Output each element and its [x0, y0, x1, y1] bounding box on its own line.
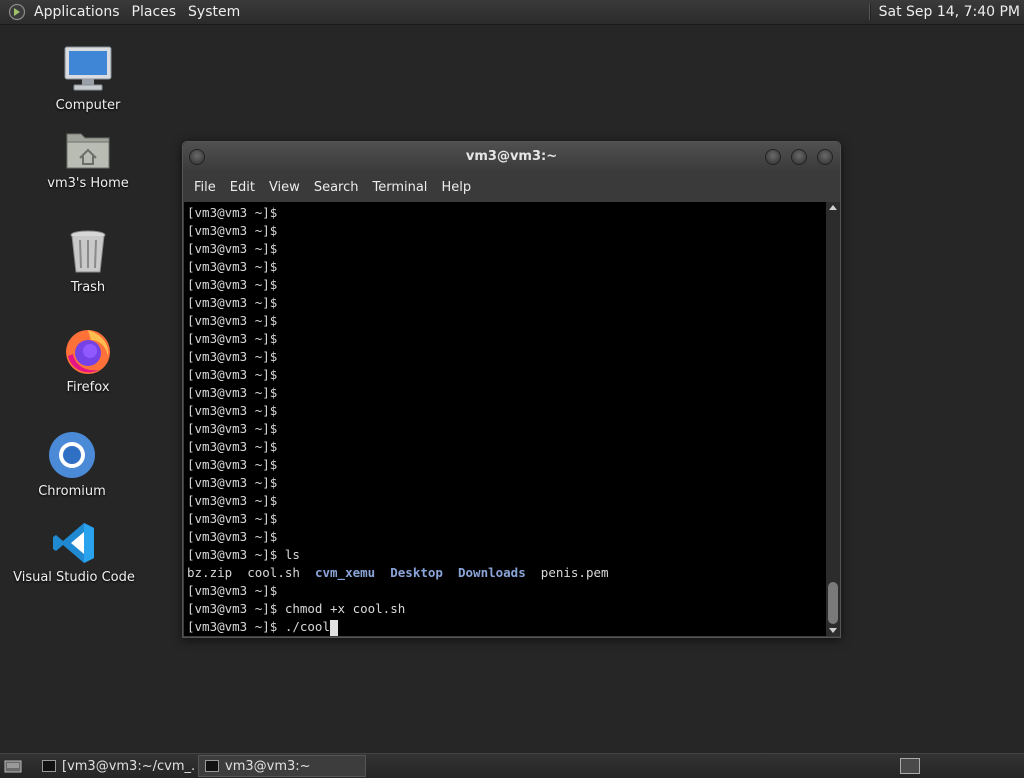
minimize-button[interactable] [765, 149, 781, 165]
taskbar-item-label: vm3@vm3:~ [225, 758, 311, 774]
terminal-line: [vm3@vm3 ~]$ [187, 223, 278, 238]
maximize-button[interactable] [791, 149, 807, 165]
close-button[interactable] [817, 149, 833, 165]
desktop-icon-label: Computer [55, 98, 121, 113]
terminal-line: [vm3@vm3 ~]$ [187, 403, 278, 418]
bottom-panel: [vm3@vm3:~/cvm_... vm3@vm3:~ [0, 753, 1024, 778]
terminal-icon [42, 760, 56, 772]
desktop-icon-vscode[interactable]: Visual Studio Code [9, 520, 139, 585]
home-folder-icon [66, 133, 110, 169]
window-titlebar[interactable]: vm3@vm3:~ [183, 142, 840, 172]
desktop-icon-firefox[interactable]: Firefox [23, 326, 153, 395]
terminal-current-input[interactable]: [vm3@vm3 ~]$ ./cool [187, 618, 826, 636]
desktop-icon-home[interactable]: vm3's Home [23, 126, 153, 191]
clock[interactable]: Sat Sep 14, 7:40 PM [879, 4, 1020, 20]
terminal-line: [vm3@vm3 ~]$ [187, 205, 278, 220]
ls-entry: bz.zip [187, 565, 233, 580]
ls-entry: penis.pem [540, 565, 609, 580]
terminal-line: [vm3@vm3 ~]$ [187, 583, 278, 598]
terminal-line-chmod: [vm3@vm3 ~]$ chmod +x cool.sh [187, 601, 406, 616]
system-menu[interactable]: System [182, 0, 246, 25]
terminal-menubar: File Edit View Search Terminal Help [183, 172, 840, 202]
terminal-line: [vm3@vm3 ~]$ [187, 349, 278, 364]
places-menu[interactable]: Places [126, 0, 183, 25]
terminal-line: [vm3@vm3 ~]$ [187, 241, 278, 256]
trash-icon [70, 230, 106, 273]
menu-edit[interactable]: Edit [223, 180, 262, 195]
vscode-icon [53, 523, 94, 563]
menu-search[interactable]: Search [307, 180, 366, 195]
ls-entry: cool.sh [247, 565, 300, 580]
terminal-line: [vm3@vm3 ~]$ [187, 331, 278, 346]
terminal-line: [vm3@vm3 ~]$ [187, 457, 278, 472]
window-title: vm3@vm3:~ [465, 149, 558, 164]
firefox-icon [66, 330, 110, 374]
taskbar-item-label: [vm3@vm3:~/cvm_... [62, 758, 196, 774]
applications-menu[interactable]: Applications [28, 0, 126, 25]
terminal-icon [205, 760, 219, 772]
show-desktop-icon[interactable] [4, 759, 22, 773]
desktop-icon-label: Chromium [38, 484, 106, 499]
workspace-switcher[interactable] [900, 758, 920, 774]
desktop-icon-label: Trash [70, 280, 106, 295]
terminal-line-ls: [vm3@vm3 ~]$ ls [187, 547, 300, 562]
computer-icon [64, 46, 112, 91]
terminal-line: [vm3@vm3 ~]$ [187, 439, 278, 454]
current-command: [vm3@vm3 ~]$ ./cool [187, 619, 330, 634]
menu-help[interactable]: Help [434, 180, 478, 195]
chromium-icon [49, 432, 95, 478]
ls-entry-dir: cvm_xemu [314, 565, 376, 580]
terminal-line: [vm3@vm3 ~]$ [187, 493, 278, 508]
panel-separator [868, 4, 871, 20]
applications-logo-icon[interactable] [8, 3, 26, 21]
top-panel-right: Sat Sep 14, 7:40 PM [868, 4, 1024, 20]
scroll-down-arrow-icon[interactable] [829, 628, 837, 633]
desktop-icon-chromium[interactable]: Chromium [7, 430, 137, 499]
menu-view[interactable]: View [262, 180, 307, 195]
ls-entry-dir: Downloads [458, 565, 526, 580]
ls-output: bz.zip cool.sh cvm_xemu Desktop Download… [187, 564, 826, 582]
terminal-line: [vm3@vm3 ~]$ [187, 277, 278, 292]
terminal-line: [vm3@vm3 ~]$ [187, 367, 278, 382]
main-menu: Applications Places System [0, 0, 246, 24]
menu-file[interactable]: File [187, 180, 223, 195]
terminal-scrollbar[interactable] [826, 202, 840, 636]
taskbar-item-active[interactable]: vm3@vm3:~ [198, 755, 366, 777]
scroll-up-arrow-icon[interactable] [829, 205, 837, 210]
menu-terminal[interactable]: Terminal [365, 180, 434, 195]
top-panel: Applications Places System Sat Sep 14, 7… [0, 0, 1024, 25]
text-cursor [330, 619, 338, 636]
desktop-icon-trash[interactable]: Trash [23, 228, 153, 295]
desktop-icon-label: vm3's Home [47, 176, 129, 191]
terminal-line: [vm3@vm3 ~]$ [187, 313, 278, 328]
desktop-icon-computer[interactable]: Computer [23, 44, 153, 113]
terminal-line: [vm3@vm3 ~]$ [187, 385, 278, 400]
terminal-line: [vm3@vm3 ~]$ [187, 421, 278, 436]
terminal-line: [vm3@vm3 ~]$ [187, 529, 278, 544]
ls-entry-dir: Desktop [390, 565, 443, 580]
terminal-line: [vm3@vm3 ~]$ [187, 259, 278, 274]
terminal-line: [vm3@vm3 ~]$ [187, 511, 278, 526]
scrollbar-thumb[interactable] [828, 582, 838, 624]
desktop-icon-label: Visual Studio Code [13, 570, 135, 585]
desktop-icon-label: Firefox [66, 380, 110, 395]
terminal-window[interactable]: vm3@vm3:~ File Edit View Search Terminal… [182, 141, 841, 638]
terminal-output[interactable]: [vm3@vm3 ~]$ [vm3@vm3 ~]$ [vm3@vm3 ~]$ [… [184, 202, 826, 636]
terminal-line: [vm3@vm3 ~]$ [187, 475, 278, 490]
terminal-line: [vm3@vm3 ~]$ [187, 295, 278, 310]
taskbar-item[interactable]: [vm3@vm3:~/cvm_... [36, 755, 196, 777]
